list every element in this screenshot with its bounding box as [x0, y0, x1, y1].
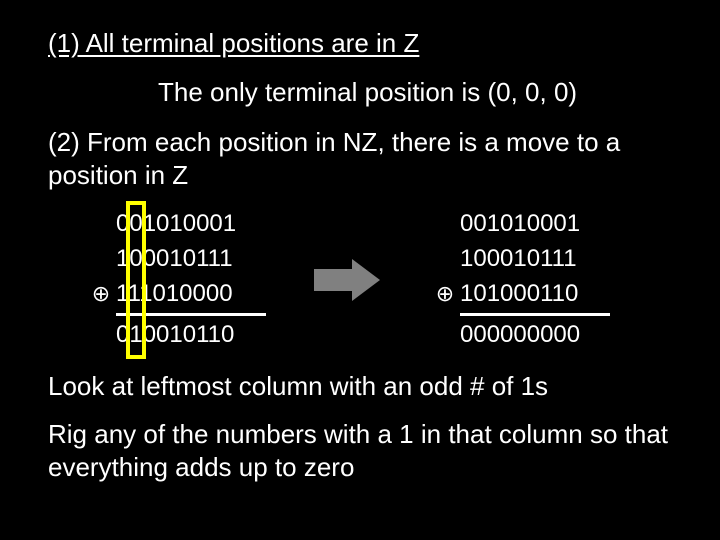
premise-2: (2) From each position in NZ, there is a… [48, 126, 672, 191]
xor-computation: 001010001 100010111 ⊕111010000 010010110… [86, 207, 672, 353]
left-result: 010010110 [116, 318, 234, 353]
left-row-2: 111010000 [116, 277, 233, 312]
footer-line-2: Rig any of the numbers with a 1 in that … [48, 418, 672, 483]
xor-left-block: 001010001 100010111 ⊕111010000 010010110 [86, 207, 266, 353]
right-rule [460, 313, 610, 316]
premise-1-sub: The only terminal position is (0, 0, 0) [158, 77, 672, 108]
xor-operator-icon: ⊕ [86, 278, 116, 310]
premise-1: (1) All terminal positions are in Z [48, 28, 672, 59]
left-row-1: 100010111 [116, 242, 233, 277]
right-row-0: 001010001 [460, 207, 580, 242]
footer-line-1: Look at leftmost column with an odd # of… [48, 371, 672, 402]
left-row-0: 001010001 [116, 207, 236, 242]
right-row-1: 100010111 [460, 242, 577, 277]
right-result: 000000000 [460, 318, 580, 353]
arrow-right-icon [314, 259, 382, 301]
xor-operator-icon: ⊕ [430, 278, 460, 310]
right-row-2: 101000110 [460, 277, 578, 312]
xor-right-block: 001010001 100010111 ⊕101000110 000000000 [430, 207, 610, 353]
left-rule [116, 313, 266, 316]
